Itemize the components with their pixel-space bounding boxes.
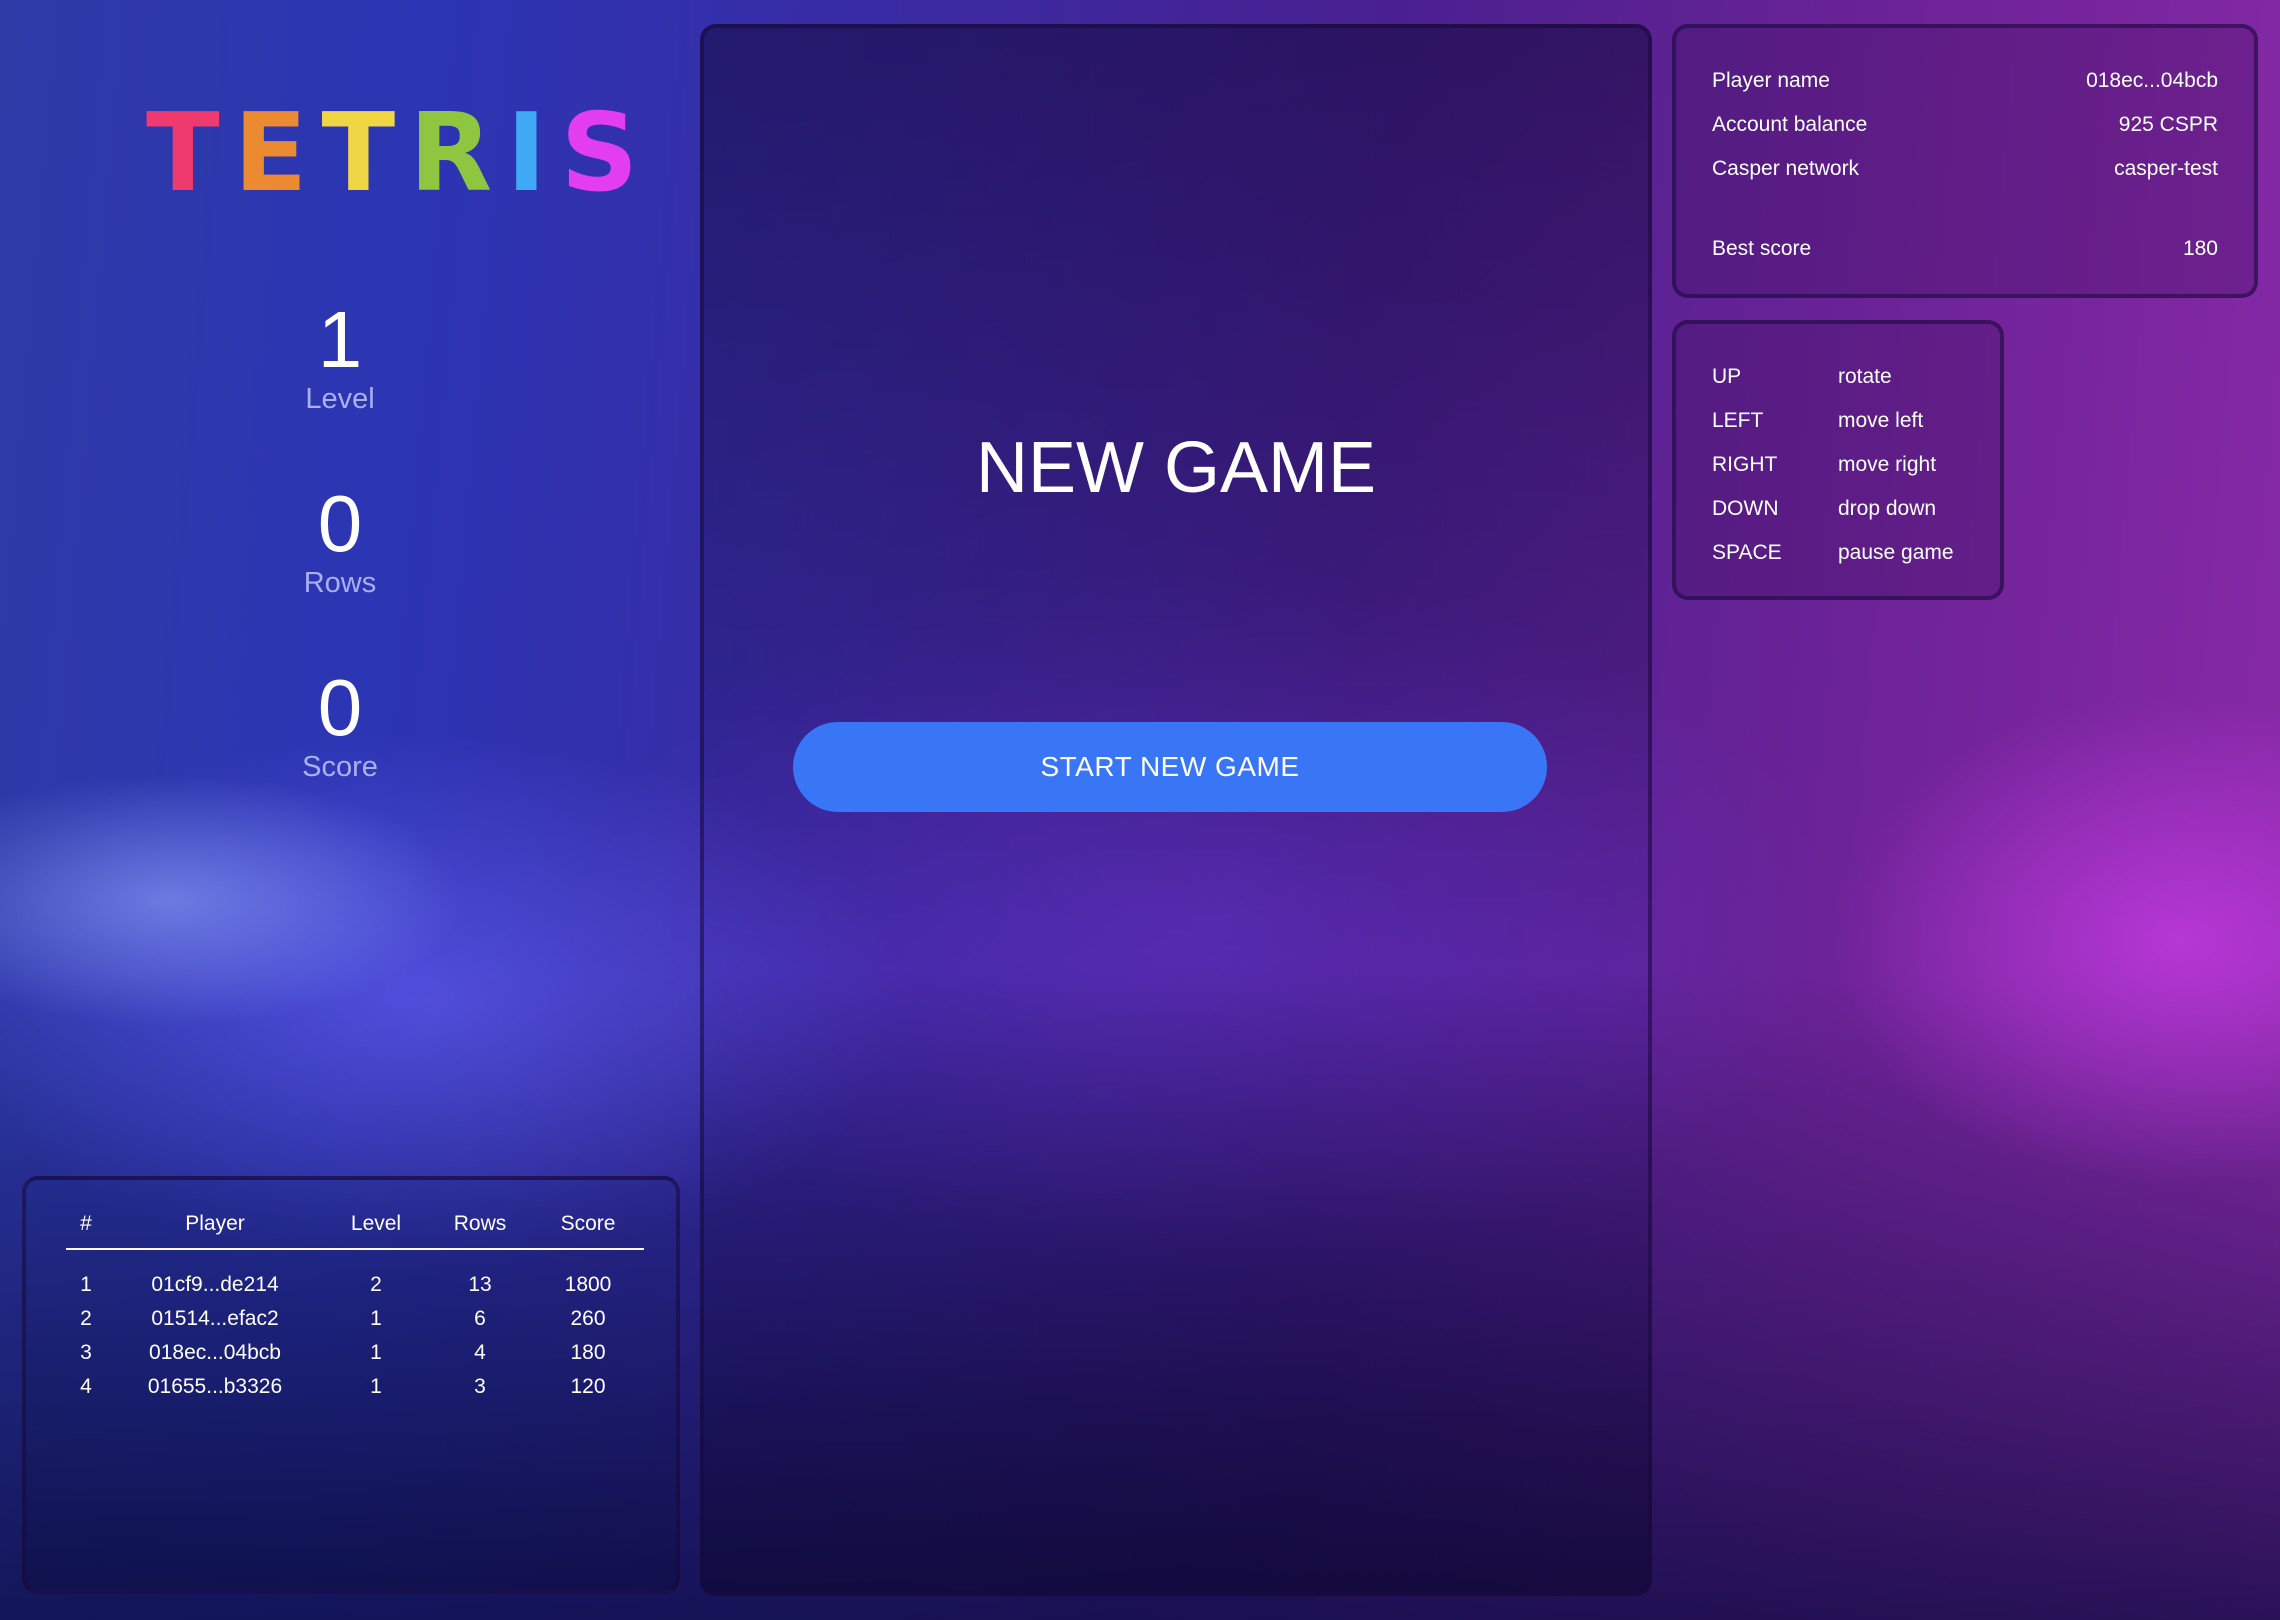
control-action: move left (1838, 409, 1924, 432)
casper-network-row: Casper network casper-test (1712, 156, 2218, 182)
best-score-row: Best score 180 (1712, 236, 2218, 262)
table-row: 4 01655...b3326 1 3 120 (66, 1370, 644, 1404)
control-action: drop down (1838, 497, 1937, 520)
level-cell: 1 (370, 1307, 382, 1330)
control-action: move right (1838, 453, 1937, 476)
control-row-left: LEFT move left (1712, 408, 1923, 434)
table-row: 1 01cf9...de214 2 13 1800 (66, 1249, 644, 1302)
logo-letter-r: R (409, 91, 499, 216)
account-balance-row: Account balance 925 CSPR (1712, 112, 2218, 138)
header-score: Score (532, 1212, 644, 1250)
logo-letter-i: I (506, 91, 553, 216)
leaderboard-header-row: # Player Level Rows Score (66, 1212, 644, 1250)
header-rows: Rows (428, 1212, 532, 1250)
level-cell: 1 (370, 1341, 382, 1364)
player-cell: 018ec...04bcb (149, 1341, 281, 1364)
account-balance-value: 925 CSPR (2118, 113, 2218, 136)
rows-cell: 13 (468, 1273, 492, 1296)
level-cell: 2 (370, 1273, 382, 1296)
score-value: 0 (317, 663, 363, 752)
logo-letter-s: S (560, 91, 645, 216)
controls-panel: UP rotate LEFT move left RIGHT move righ… (1672, 320, 2004, 600)
control-key: UP (1712, 365, 1742, 388)
rows-stat: 0 Rows (140, 482, 540, 600)
control-row-up: UP rotate (1712, 364, 1892, 390)
player-cell: 01514...efac2 (151, 1307, 279, 1330)
casper-network-label: Casper network (1712, 157, 1860, 180)
rows-cell: 6 (474, 1307, 486, 1330)
leaderboard-panel: # Player Level Rows Score 1 01cf9...de21… (22, 1176, 680, 1594)
score-cell: 180 (570, 1341, 606, 1364)
control-action: rotate (1838, 365, 1892, 388)
rank-cell: 3 (80, 1341, 92, 1364)
table-row: 3 018ec...04bcb 1 4 180 (66, 1336, 644, 1370)
start-new-game-button[interactable]: START NEW GAME (793, 722, 1547, 812)
score-cell: 260 (570, 1307, 606, 1330)
logo-letter-t2: T (321, 91, 402, 216)
header-player: Player (106, 1212, 324, 1250)
control-action: pause game (1838, 541, 1954, 564)
casper-network-value: casper-test (2114, 157, 2218, 180)
score-cell: 1800 (564, 1273, 612, 1296)
rows-cell: 4 (474, 1341, 486, 1364)
control-key: LEFT (1712, 409, 1764, 432)
control-key: DOWN (1712, 497, 1779, 520)
player-cell: 01655...b3326 (147, 1375, 283, 1398)
control-key: RIGHT (1712, 453, 1778, 476)
control-row-right: RIGHT move right (1712, 452, 1936, 478)
logo-letter-e: E (233, 91, 314, 216)
score-label: Score (302, 751, 378, 783)
level-label: Level (305, 383, 375, 415)
best-score-label: Best score (1712, 237, 1812, 260)
leaderboard-table: # Player Level Rows Score 1 01cf9...de21… (66, 1212, 644, 1404)
player-name-value: 018ec...04bcb (2086, 69, 2218, 92)
control-row-space: SPACE pause game (1712, 540, 1954, 566)
rows-label: Rows (303, 567, 377, 599)
control-key: SPACE (1712, 541, 1782, 564)
control-row-down: DOWN drop down (1712, 496, 1936, 522)
level-value: 1 (317, 295, 363, 384)
player-info-panel: Player name 018ec...04bcb Account balanc… (1672, 24, 2258, 298)
logo-letter-t1: T (146, 91, 226, 216)
account-balance-label: Account balance (1712, 113, 1868, 136)
score-stat: 0 Score (140, 666, 540, 784)
table-row: 2 01514...efac2 1 6 260 (66, 1302, 644, 1336)
player-name-label: Player name (1712, 69, 1830, 92)
rank-cell: 1 (80, 1273, 92, 1296)
player-cell: 01cf9...de214 (151, 1273, 279, 1296)
game-board[interactable]: NEW GAME START NEW GAME (700, 24, 1652, 1596)
player-name-row: Player name 018ec...04bcb (1712, 68, 2218, 94)
rank-cell: 2 (80, 1307, 92, 1330)
level-cell: 1 (370, 1375, 382, 1398)
rows-cell: 3 (474, 1375, 486, 1398)
new-game-title: NEW GAME (975, 428, 1376, 508)
header-rank: # (66, 1212, 106, 1250)
header-level: Level (324, 1212, 428, 1250)
rank-cell: 4 (80, 1375, 92, 1398)
best-score-value: 180 (2182, 237, 2218, 260)
rows-value: 0 (317, 479, 363, 568)
level-stat: 1 Level (140, 298, 540, 416)
score-cell: 120 (570, 1375, 606, 1398)
tetris-logo: T E T R I S (146, 91, 645, 216)
